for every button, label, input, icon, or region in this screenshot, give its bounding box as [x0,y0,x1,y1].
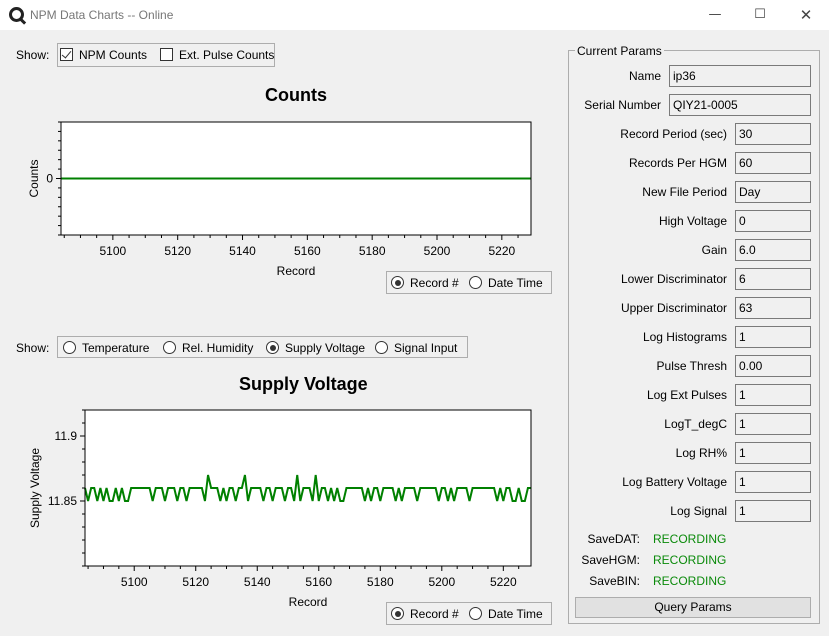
voltage-datetime-label: Date Time [488,607,543,621]
param-label: Log RH% [675,446,727,460]
x-tick-label: 5100 [121,575,148,589]
param-label: Lower Discriminator [620,272,727,286]
param-label: Record Period (sec) [620,127,727,141]
param-label: Gain [701,243,727,257]
param-value-field[interactable]: 1 [735,413,811,435]
param-value-field[interactable]: 1 [735,384,811,406]
param-value-field[interactable]: 0 [735,210,811,232]
param-value-field[interactable]: 1 [735,471,811,493]
current-params-title: Current Params [575,44,664,58]
param-value-field[interactable]: Day [735,181,811,203]
voltage-datetime-radio[interactable] [469,607,482,620]
voltage-record-label: Record # [410,607,459,621]
x-tick-label: 5180 [367,575,394,589]
param-label: Log Ext Pulses [646,388,727,402]
param-value-field[interactable]: 6.0 [735,239,811,261]
param-label: Log Battery Voltage [622,475,727,489]
param-value-field[interactable]: 1 [735,326,811,348]
param-label: Serial Number [584,98,661,112]
save-status-value: RECORDING [653,532,727,546]
param-label: LogT_degC [664,417,727,431]
x-axis-label: Record [289,595,328,609]
param-value-field[interactable]: 30 [735,123,811,145]
param-label: Pulse Thresh [656,359,727,373]
save-status-value: RECORDING [653,553,727,567]
param-value-field[interactable]: QIY21-0005 [669,94,811,116]
param-label: Log Histograms [642,330,727,344]
y-tick-label: 11.85 [48,494,77,508]
y-tick-label: 11.9 [55,429,78,443]
save-status-label: SaveBIN: [589,574,640,588]
x-tick-label: 5200 [428,575,455,589]
param-label: High Voltage [658,214,727,228]
y-axis-label: Supply Voltage [28,448,42,528]
param-label: New File Period [642,185,727,199]
x-tick-label: 5220 [490,575,517,589]
param-value-field[interactable]: ip36 [669,65,811,87]
x-tick-label: 5140 [244,575,271,589]
param-value-field[interactable]: 1 [735,442,811,464]
param-value-field[interactable]: 60 [735,152,811,174]
x-tick-label: 5120 [182,575,209,589]
param-value-field[interactable]: 63 [735,297,811,319]
param-label: Name [628,69,661,83]
param-value-field[interactable]: 1 [735,500,811,522]
param-value-field[interactable]: 6 [735,268,811,290]
x-tick-label: 5160 [305,575,332,589]
voltage-record-radio[interactable] [391,607,404,620]
save-status-value: RECORDING [653,574,727,588]
query-params-button[interactable]: Query Params [575,597,811,618]
param-label: Log Signal [670,504,727,518]
save-status-label: SaveHGM: [581,553,640,567]
param-value-field[interactable]: 0.00 [735,355,811,377]
param-label: Upper Discriminator [620,301,727,315]
save-status-label: SaveDAT: [587,532,640,546]
param-label: Records Per HGM [628,156,727,170]
